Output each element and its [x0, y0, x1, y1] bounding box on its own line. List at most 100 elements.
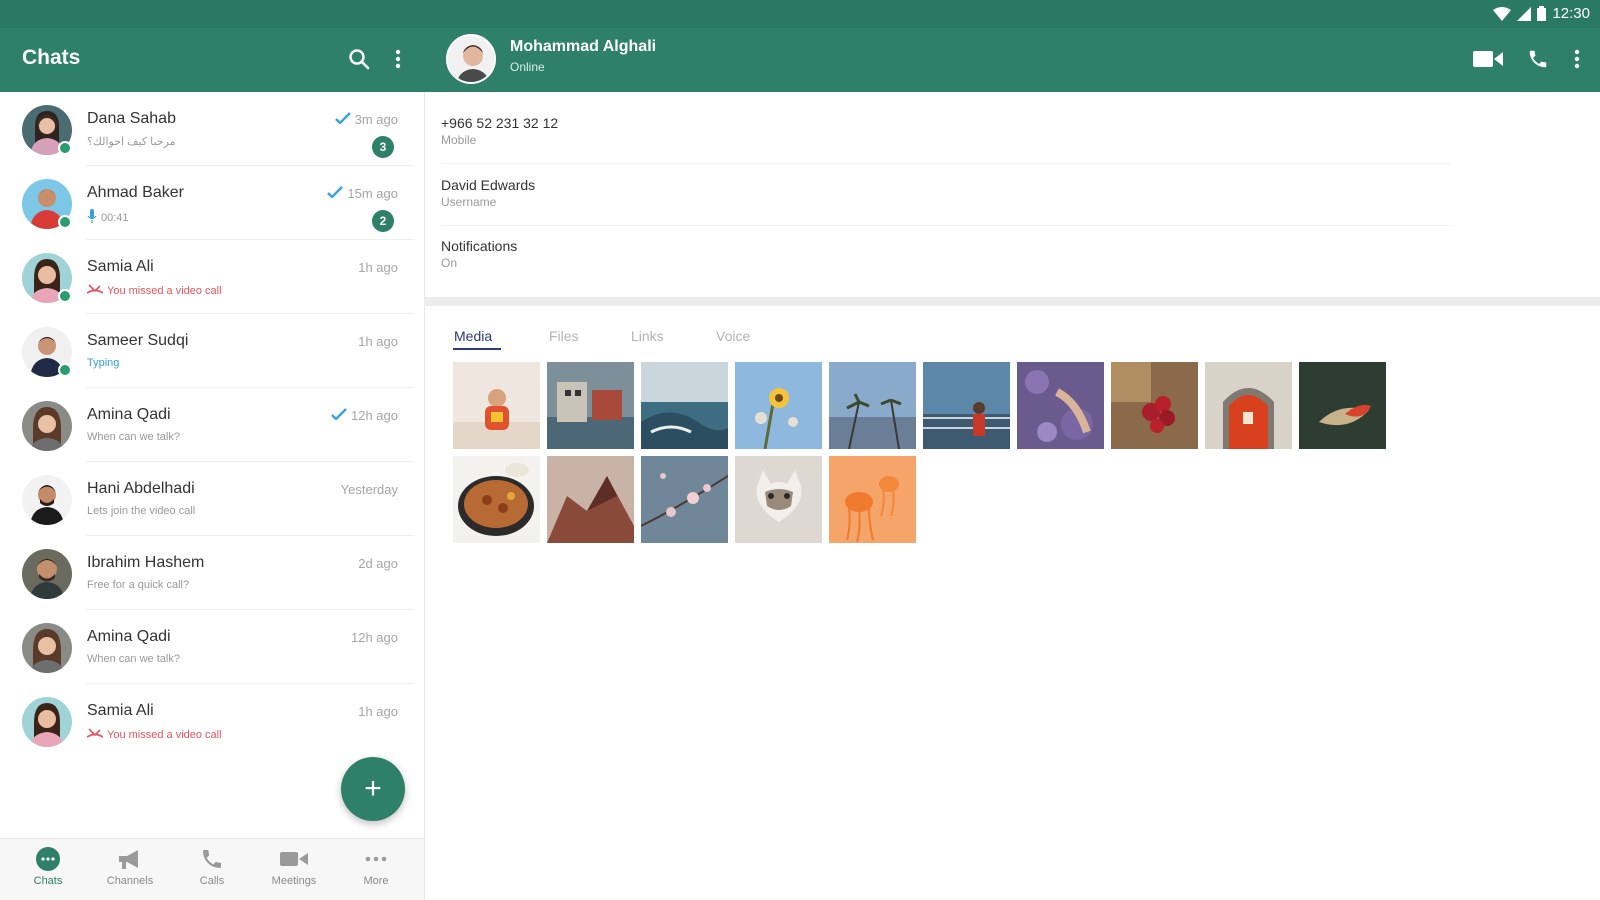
media-thumbnail[interactable]	[829, 362, 916, 449]
chat-time-text: 12h ago	[351, 408, 398, 423]
divider	[441, 225, 1451, 226]
phone-number: +966 52 231 32 12	[441, 115, 559, 131]
nav-item-channels[interactable]: Channels	[90, 845, 170, 887]
nav-label: More	[363, 875, 389, 887]
avatar[interactable]	[446, 34, 496, 84]
active-tab-indicator	[453, 348, 501, 350]
chat-row[interactable]: Ahmad Baker 00:41 15m ago 2	[0, 166, 424, 240]
page-title: Chats	[22, 46, 81, 69]
chat-preview: Lets join the video call	[87, 505, 195, 517]
username-value: David Edwards	[441, 177, 536, 193]
chat-contact-name: Samia Ali	[87, 258, 154, 275]
phone-detail[interactable]: +966 52 231 32 12 Mobile	[441, 115, 1441, 147]
nav-label: Calls	[199, 875, 225, 887]
chat-row[interactable]: Samia Ali You missed a video call 1h ago	[0, 684, 424, 758]
chat-time-text: 15m ago	[347, 186, 398, 201]
new-chat-button[interactable]: +	[341, 757, 405, 821]
chat-row[interactable]: Dana Sahab مرحبا كيف احوالك؟ 3m ago 3	[0, 92, 424, 166]
chat-bubble-icon	[8, 845, 88, 873]
chat-preview: When can we talk?	[87, 653, 180, 665]
chat-row[interactable]: Sameer Sudqi Typing 1h ago	[0, 314, 424, 388]
microphone-icon	[87, 209, 97, 226]
video-camera-icon	[254, 845, 334, 873]
tab-links[interactable]: Links	[631, 328, 664, 344]
notifications-detail[interactable]: Notifications On	[441, 238, 1441, 270]
media-thumbnail[interactable]	[735, 456, 822, 543]
chat-row[interactable]: Amina Qadi When can we talk? 12h ago	[0, 388, 424, 462]
chat-preview-text: Lets join the video call	[87, 505, 196, 517]
media-thumbnail[interactable]	[453, 362, 540, 449]
nav-item-meetings[interactable]: Meetings	[254, 845, 334, 887]
chat-time: 2d ago	[358, 556, 398, 571]
chat-preview: You missed a video call	[86, 727, 222, 742]
nav-label: Channels	[106, 875, 154, 887]
media-thumbnail[interactable]	[1299, 362, 1386, 449]
nav-item-chats[interactable]: Chats	[8, 845, 88, 887]
username-detail[interactable]: David Edwards Username	[441, 177, 1441, 209]
bottom-nav: Chats Channels Calls Meetings More	[0, 838, 424, 900]
chat-row[interactable]: Samia Ali You missed a video call 1h ago	[0, 240, 424, 314]
pane-divider	[424, 92, 425, 900]
chat-time: 12h ago	[351, 630, 398, 645]
online-status-dot	[58, 215, 72, 229]
section-divider	[424, 297, 1600, 306]
clock-text: 12:30	[1552, 5, 1590, 22]
chat-time: 15m ago	[327, 186, 398, 201]
media-thumbnail[interactable]	[1111, 362, 1198, 449]
chat-time-text: Yesterday	[340, 482, 398, 497]
media-thumbnail[interactable]	[1017, 362, 1104, 449]
chat-time-text: 2d ago	[358, 556, 398, 571]
media-thumbnail[interactable]	[547, 362, 634, 449]
chat-time: 3m ago	[334, 112, 398, 127]
chat-time-text: 12h ago	[351, 630, 398, 645]
battery-icon	[1537, 6, 1547, 21]
tab-media[interactable]: Media	[454, 328, 492, 344]
chat-row[interactable]: Ibrahim Hashem Free for a quick call? 2d…	[0, 536, 424, 610]
status-bar: 12:30	[0, 0, 1600, 28]
chat-preview: You missed a video call	[86, 283, 222, 298]
overflow-menu-icon[interactable]	[385, 46, 411, 72]
contact-name: Mohammad Alghali	[510, 38, 657, 55]
chat-time: 1h ago	[358, 704, 398, 719]
phone-icon	[172, 845, 252, 873]
unread-badge: 3	[372, 136, 394, 158]
avatar	[22, 401, 72, 451]
media-thumbnail[interactable]	[641, 362, 728, 449]
online-status-dot	[58, 363, 72, 377]
media-thumbnail[interactable]	[829, 456, 916, 543]
read-check-icon	[334, 112, 351, 127]
media-thumbnail[interactable]	[1205, 362, 1292, 449]
chat-time: 12h ago	[331, 408, 398, 423]
wifi-icon	[1493, 6, 1512, 21]
nav-item-calls[interactable]: Calls	[172, 845, 252, 887]
nav-label: Meetings	[271, 875, 317, 887]
username-label: Username	[441, 195, 497, 209]
media-thumbnail[interactable]	[547, 456, 634, 543]
media-thumbnail[interactable]	[735, 362, 822, 449]
avatar	[22, 475, 72, 525]
media-thumbnail[interactable]	[923, 362, 1010, 449]
online-status-dot	[58, 289, 72, 303]
megaphone-icon	[90, 845, 170, 873]
chat-preview-text: You missed a video call	[107, 284, 222, 297]
tab-files[interactable]: Files	[549, 328, 579, 344]
chat-preview-text: مرحبا كيف احوالك؟	[87, 136, 176, 148]
read-check-icon	[331, 408, 347, 423]
contact-header: Mohammad Alghali Online	[424, 28, 1600, 92]
media-thumbnail[interactable]	[641, 456, 728, 543]
chat-preview-text: You missed a video call	[107, 728, 222, 741]
chat-preview: Typing	[87, 357, 119, 369]
video-call-icon[interactable]	[1473, 44, 1503, 74]
nav-item-more[interactable]: More	[336, 845, 416, 887]
search-icon[interactable]	[346, 46, 372, 72]
voice-call-icon[interactable]	[1523, 44, 1553, 74]
chat-list: Dana Sahab مرحبا كيف احوالك؟ 3m ago 3 Ah…	[0, 92, 424, 837]
tab-voice[interactable]: Voice	[716, 328, 750, 344]
chat-preview: 00:41	[87, 209, 129, 226]
overflow-menu-icon[interactable]	[1562, 44, 1592, 74]
missed-call-icon	[86, 727, 104, 742]
media-thumbnail[interactable]	[453, 456, 540, 543]
notifications-state: On	[441, 256, 458, 270]
chat-row[interactable]: Hani Abdelhadi Lets join the video call …	[0, 462, 424, 536]
chat-row[interactable]: Amina Qadi When can we talk? 12h ago	[0, 610, 424, 684]
